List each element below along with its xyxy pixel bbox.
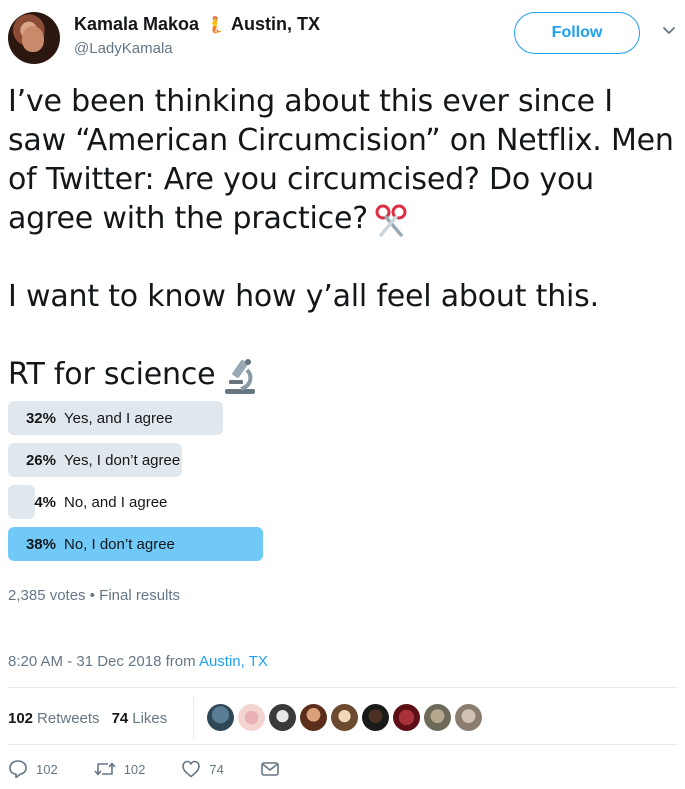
likes-stat[interactable]: 74 Likes — [112, 710, 168, 727]
chevron-down-icon[interactable] — [662, 24, 676, 38]
avatar[interactable] — [455, 704, 482, 731]
tweet-stats: 102 Retweets 74 Likes — [8, 700, 179, 736]
poll-meta: 2,385 votes • Final results — [8, 587, 180, 604]
microscope-icon — [225, 358, 256, 394]
tweet-header: Kamala Makoa 🧜 Austin, TX @LadyKamala Fo… — [8, 8, 678, 68]
poll-status: Final results — [99, 587, 181, 604]
liker-avatars — [207, 704, 482, 731]
mermaid-emoji: 🧜 — [205, 16, 225, 34]
reply-action[interactable]: 102 — [8, 759, 58, 779]
divider — [8, 744, 678, 745]
poll-option: 38% No, I don’t agree — [8, 527, 678, 561]
retweet-icon[interactable] — [94, 759, 116, 779]
name-location: Austin, TX — [230, 14, 320, 34]
retweets-stat[interactable]: 102 Retweets — [8, 710, 100, 727]
follow-button[interactable]: Follow — [514, 12, 640, 54]
poll-percent: 32% — [25, 409, 56, 427]
reply-count: 102 — [36, 761, 58, 777]
poll-option-label: No, and I agree — [64, 493, 168, 511]
avatar[interactable] — [393, 704, 420, 731]
tweet-text: I’ve been thinking about this ever since… — [8, 82, 676, 396]
retweets-label: Retweets — [37, 709, 100, 727]
location-link[interactable]: Austin, TX — [199, 653, 268, 670]
poll-option-label: Yes, I don’t agree — [64, 451, 181, 469]
retweets-count: 102 — [8, 709, 34, 727]
avatar[interactable] — [362, 704, 389, 731]
likes-label: Likes — [132, 709, 168, 727]
poll-option: 32% Yes, and I agree — [8, 401, 678, 435]
poll-option: 4% No, and I agree — [8, 485, 678, 519]
avatar[interactable] — [331, 704, 358, 731]
poll-percent: 38% — [25, 535, 56, 553]
tweet-actions: 102 102 74 — [8, 759, 316, 779]
retweet-count: 102 — [123, 761, 146, 777]
timestamp-text[interactable]: 8:20 AM - 31 Dec 2018 from — [8, 653, 199, 670]
author-avatar[interactable] — [8, 12, 60, 64]
dm-action[interactable] — [260, 759, 280, 779]
reply-icon[interactable] — [8, 759, 28, 779]
name-row: Kamala Makoa 🧜 Austin, TX — [74, 14, 320, 35]
tweet-line-feelings: I want to know how y’all feel about this… — [8, 279, 599, 314]
poll-percent: 26% — [25, 451, 56, 469]
display-name[interactable]: Kamala Makoa — [74, 14, 199, 35]
poll-option-label: Yes, and I agree — [64, 409, 173, 427]
scissors-icon — [375, 204, 407, 237]
poll-option-label: No, I don’t agree — [64, 535, 175, 553]
likes-count: 74 — [111, 709, 129, 727]
tweet-line-question: I’ve been thinking about this ever since… — [8, 84, 674, 236]
stats-separator — [193, 697, 194, 739]
tweet-line-rt: RT for science — [8, 357, 216, 392]
tweet-timestamp: 8:20 AM - 31 Dec 2018 from Austin, TX — [8, 653, 268, 670]
divider — [8, 687, 678, 688]
poll-meta-separator: • — [89, 587, 95, 604]
poll: 32% Yes, and I agree 26% Yes, I don’t agre… — [8, 401, 678, 569]
avatar[interactable] — [207, 704, 234, 731]
poll-option: 26% Yes, I don’t agree — [8, 443, 678, 477]
envelope-icon[interactable] — [260, 759, 280, 779]
avatar[interactable] — [238, 704, 265, 731]
like-count: 74 — [209, 761, 224, 777]
avatar[interactable] — [424, 704, 451, 731]
avatar[interactable] — [269, 704, 296, 731]
poll-percent: 4% — [34, 493, 56, 511]
poll-vote-count: 2,385 votes — [8, 587, 86, 604]
heart-icon[interactable] — [181, 759, 201, 779]
author-handle[interactable]: @LadyKamala — [74, 40, 173, 57]
like-action[interactable]: 74 — [181, 759, 224, 779]
retweet-action[interactable]: 102 — [94, 759, 146, 779]
avatar[interactable] — [300, 704, 327, 731]
